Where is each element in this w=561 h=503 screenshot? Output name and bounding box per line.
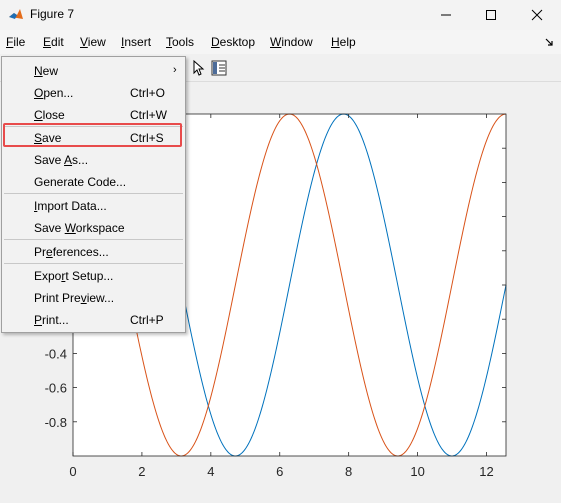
- x-tick-label: 10: [410, 464, 424, 479]
- menu-item-preferences[interactable]: Preferences...: [2, 240, 185, 262]
- x-tick-label: 12: [479, 464, 493, 479]
- title-bar: Figure 7: [0, 0, 561, 30]
- menu-item-save-workspace[interactable]: Save Workspace: [2, 216, 185, 238]
- x-tick-label: 4: [207, 464, 214, 479]
- matlab-logo-icon: [9, 9, 23, 19]
- menu-view[interactable]: View: [80, 35, 106, 49]
- y-tick-label: -0.8: [45, 415, 67, 430]
- window-title: Figure 7: [30, 7, 75, 21]
- menu-item-save-as[interactable]: Save As...: [2, 148, 185, 170]
- menu-tools[interactable]: Tools: [166, 35, 194, 49]
- close-icon: [531, 9, 543, 21]
- menu-item-import-data[interactable]: Import Data...: [2, 194, 185, 216]
- x-tick-label: 2: [138, 464, 145, 479]
- menu-insert[interactable]: Insert: [121, 35, 151, 49]
- file-menu-dropdown: New › Open... Ctrl+O Close Ctrl+W Save C…: [1, 56, 186, 333]
- dock-arrow-icon[interactable]: [545, 38, 554, 47]
- menu-item-print[interactable]: Print... Ctrl+P: [2, 308, 185, 330]
- menu-item-generate-code[interactable]: Generate Code...: [2, 170, 185, 192]
- menu-item-open[interactable]: Open... Ctrl+O: [2, 81, 185, 103]
- close-button[interactable]: [514, 0, 560, 30]
- x-tick-label: 8: [345, 464, 352, 479]
- submenu-arrow-icon: ›: [173, 64, 177, 76]
- x-tick-label: 6: [276, 464, 283, 479]
- y-tick-label: -0.6: [45, 381, 67, 396]
- save-highlight-box: [3, 123, 182, 147]
- maximize-button[interactable]: [468, 0, 514, 30]
- menu-window[interactable]: Window: [270, 35, 313, 49]
- menu-edit[interactable]: Edit: [43, 35, 64, 49]
- menu-item-new[interactable]: New ›: [2, 59, 185, 81]
- x-tick-label: 0: [69, 464, 76, 479]
- menu-help[interactable]: Help: [331, 35, 356, 49]
- shortcut-open: Ctrl+O: [130, 86, 166, 100]
- y-tick-label: -0.4: [45, 346, 67, 361]
- menu-item-print-preview[interactable]: Print Preview...: [2, 286, 185, 308]
- shortcut-print: Ctrl+P: [130, 313, 164, 327]
- property-inspector-icon[interactable]: [210, 59, 228, 77]
- menu-desktop[interactable]: Desktop: [211, 35, 255, 49]
- menu-bar: File Edit View Insert Tools Desktop Wind…: [0, 30, 561, 54]
- edit-plot-icon[interactable]: [190, 59, 208, 77]
- menu-item-export-setup[interactable]: Export Setup...: [2, 264, 185, 286]
- shortcut-close: Ctrl+W: [130, 108, 167, 122]
- menu-item-close[interactable]: Close Ctrl+W: [2, 103, 185, 125]
- maximize-icon: [486, 10, 496, 20]
- minimize-icon: [441, 14, 451, 16]
- menu-file[interactable]: File: [6, 35, 25, 49]
- minimize-button[interactable]: [423, 0, 469, 30]
